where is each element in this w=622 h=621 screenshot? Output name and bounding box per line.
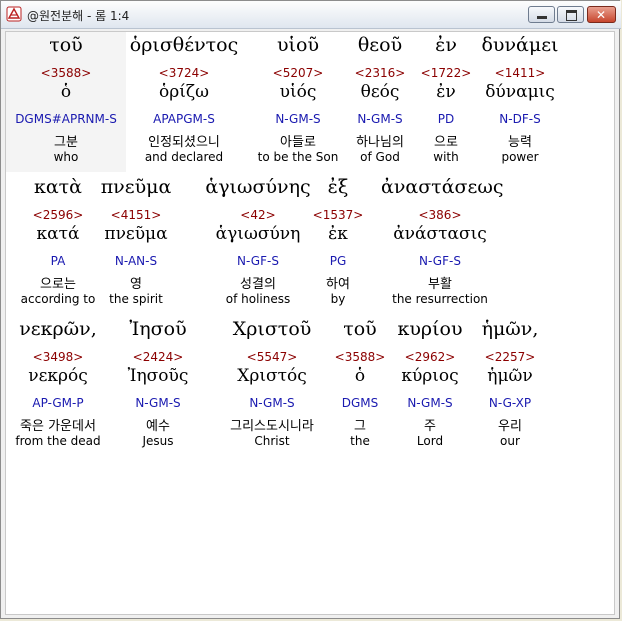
strong-number: <3724>	[158, 66, 210, 80]
parsing-code: N-G-XP	[488, 396, 532, 410]
korean-gloss: 우리	[498, 419, 522, 434]
english-gloss: Jesus	[142, 434, 174, 448]
interlinear-panel: τοῦ <3588> ὁ DGMS#APRNM-S 그분 who ὁρισθέντος <37…	[5, 31, 615, 615]
korean-gloss: 그분	[54, 135, 78, 150]
greek-word: ἐξ	[327, 176, 349, 198]
english-gloss: who	[53, 150, 79, 164]
korean-gloss: 영	[130, 277, 142, 292]
minimize-icon	[537, 16, 547, 19]
parsing-code: DGMS#APRNM-S	[15, 112, 117, 126]
close-icon: ✕	[596, 8, 607, 22]
korean-gloss: 예수	[146, 419, 170, 434]
english-gloss: our	[500, 434, 520, 448]
lemma-word: ἡμῶν	[487, 366, 533, 386]
strong-number: <386>	[418, 208, 462, 222]
lemma-word: ὁρίζω	[159, 82, 209, 102]
parsing-code: N-AN-S	[114, 254, 158, 268]
close-button[interactable]: ✕	[587, 6, 616, 23]
english-gloss: the spirit	[109, 292, 163, 306]
korean-gloss: 부활	[428, 277, 452, 292]
maximize-icon	[566, 10, 577, 21]
lemma-word: ὁ	[60, 82, 72, 102]
greek-word: ὁρισθέντος	[129, 34, 239, 56]
korean-gloss: 능력	[508, 135, 532, 150]
english-gloss: and declared	[144, 150, 224, 164]
parsing-code: N-DF-S	[499, 112, 541, 126]
strong-number: <1537>	[312, 208, 364, 222]
maximize-button[interactable]	[557, 6, 584, 23]
korean-gloss: 하여	[326, 277, 350, 292]
strong-number: <3588>	[40, 66, 92, 80]
strong-number: <4151>	[110, 208, 162, 222]
english-gloss: the resurrection	[392, 292, 488, 306]
greek-word: τοῦ	[49, 34, 83, 56]
parsing-code: N-GM-S	[135, 396, 181, 410]
lemma-word: ἀνάστασις	[393, 224, 487, 244]
strong-number: <2424>	[132, 350, 184, 364]
parsing-code: N-GF-S	[419, 254, 461, 268]
window-title: @원전분해 - 롬 1:4	[27, 9, 130, 23]
app-window: @원전분해 - 롬 1:4 ✕ τοῦ <3588> ὁ DGMS#APRNM-S 그분…	[0, 0, 621, 619]
lemma-word: δύναμις	[485, 82, 555, 102]
greek-word: δυνάμει	[481, 34, 559, 56]
greek-word: Ἰησοῦ	[129, 318, 187, 340]
korean-gloss: 인정되셨으니	[148, 135, 220, 150]
greek-word: πνεῦμα	[100, 176, 172, 198]
lemma-word: πνεῦμα	[104, 224, 168, 244]
title-bar[interactable]: @원전분해 - 롬 1:4 ✕	[1, 1, 621, 29]
lemma-word: ἐκ	[328, 224, 348, 244]
minimize-button[interactable]	[528, 6, 555, 23]
greek-word: ἡμῶν,	[481, 318, 539, 340]
english-gloss: power	[501, 150, 539, 164]
strong-number: <1411>	[494, 66, 546, 80]
strong-number: <2257>	[484, 350, 536, 364]
parsing-code: APAPGM-S	[153, 112, 215, 126]
lemma-word: Ἰησοῦς	[127, 366, 189, 386]
app-icon	[6, 6, 22, 22]
greek-word: ἀναστάσεως	[381, 176, 504, 198]
english-gloss: by	[330, 292, 346, 306]
parsing-code: PG	[329, 254, 347, 268]
